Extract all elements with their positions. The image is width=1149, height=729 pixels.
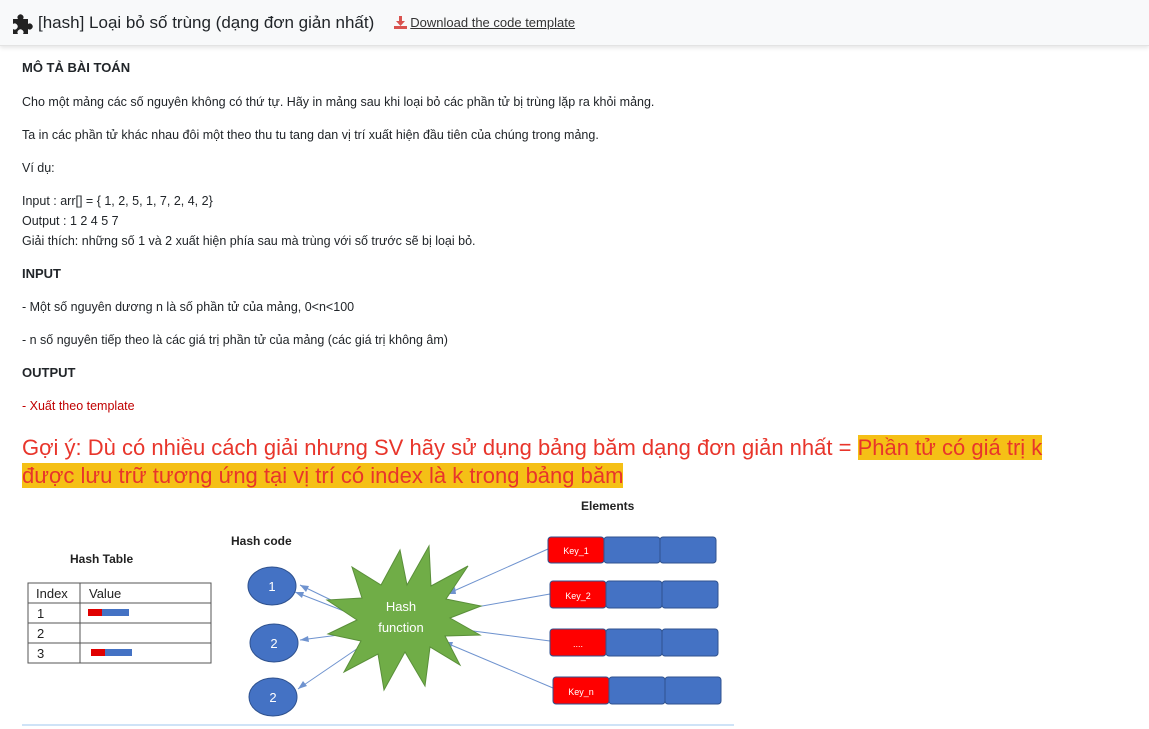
element-row-3: .... <box>549 628 719 657</box>
hint-plain: Gợi ý: Dù có nhiều cách giải nhưng SV hã… <box>22 435 858 460</box>
page-title: [hash] Loại bỏ số trùng (dạng đơn giản n… <box>38 12 375 32</box>
example-input: Input : arr[] = { 1, 2, 5, 1, 7, 2, 4, 2… <box>22 194 213 208</box>
puzzle-icon <box>13 13 33 34</box>
download-icon <box>394 16 408 29</box>
hint-highlight-2: được lưu trữ tương ứng tại vị trí có ind… <box>22 463 624 488</box>
section-title-input: INPUT <box>22 266 61 281</box>
section-title-output: OUTPUT <box>22 365 76 380</box>
element-row-1: Key_1 <box>547 536 717 564</box>
element-key-2: Key_2 <box>565 591 591 601</box>
hash-function-label-2: function <box>378 620 424 635</box>
input-line-1: - Một số nguyên dương n là số phần tử củ… <box>22 300 355 314</box>
hint-highlight-1: Phần tử có giá trị k <box>857 435 1043 460</box>
element-key-3: .... <box>573 639 583 649</box>
hash-table-title: Hash Table <box>70 552 133 566</box>
section-title-description: MÔ TẢ BÀI TOÁN <box>22 60 131 75</box>
row-index-3: 3 <box>37 646 44 661</box>
row-value-1 <box>88 609 129 616</box>
example-explanation: Giải thích: những số 1 và 2 xuất hiện ph… <box>22 234 476 248</box>
hash-code-2b-label: 2 <box>269 690 276 705</box>
hash-code-title: Hash code <box>231 534 292 548</box>
output-line-1: - Xuất theo template <box>22 399 135 413</box>
hash-code-2b: 2 <box>248 677 298 717</box>
problem-content: MÔ TẢ BÀI TOÁN Cho một mảng các số nguyê… <box>22 58 1132 416</box>
hint-text: Gợi ý: Dù có nhiều cách giải nhưng SV hã… <box>22 434 1132 490</box>
elements-title: Elements <box>581 499 635 513</box>
hash-code-2a-label: 2 <box>270 636 277 651</box>
element-row-2: Key_2 <box>549 580 719 609</box>
col-index-header: Index <box>36 586 68 601</box>
hash-function-label-1: Hash <box>386 599 416 614</box>
row-index-2: 2 <box>37 626 44 641</box>
download-template-link[interactable]: Download the code template <box>394 15 575 30</box>
col-value-header: Value <box>89 586 121 601</box>
input-line-2: - n số nguyên tiếp theo là các giá trị p… <box>22 333 448 347</box>
description-line-2: Ta in các phần tử khác nhau đôi một theo… <box>22 128 599 142</box>
hash-code-2a: 2 <box>249 623 299 663</box>
example-output: Output : 1 2 4 5 7 <box>22 214 119 228</box>
row-index-1: 1 <box>37 606 44 621</box>
download-label: Download the code template <box>410 15 576 30</box>
row-value-3 <box>91 649 132 656</box>
hash-function-star <box>325 544 483 692</box>
description-line-1: Cho một mảng các số nguyên không có thứ … <box>22 95 655 109</box>
hash-code-1-label: 1 <box>268 579 275 594</box>
element-key-1: Key_1 <box>563 546 589 556</box>
hash-diagram: Hash Table Index Value 1 2 3 Hash code H… <box>22 499 734 726</box>
element-row-n: Key_n <box>552 676 722 705</box>
example-label: Ví dụ: <box>22 161 55 175</box>
hash-code-1: 1 <box>247 566 297 606</box>
top-bar: [hash] Loại bỏ số trùng (dạng đơn giản n… <box>0 0 1149 46</box>
element-key-n: Key_n <box>568 687 594 697</box>
